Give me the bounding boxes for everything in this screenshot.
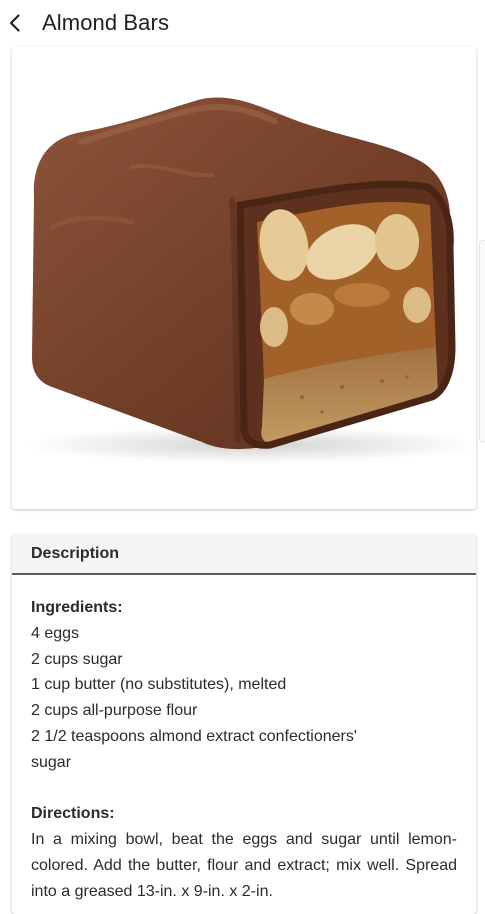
page-title: Almond Bars <box>42 10 170 35</box>
ingredient-item: sugar <box>31 753 72 771</box>
ingredient-item: 2 cups all-purpose flour <box>31 702 198 720</box>
ingredient-item: 4 eggs <box>31 624 80 642</box>
chevron-left-icon <box>9 14 20 32</box>
recipe-image-card <box>12 47 476 509</box>
description-header: Description <box>12 534 476 575</box>
description-card: Description Ingredients: 4 eggs 2 cups s… <box>12 534 476 914</box>
ingredient-item: 2 cups sugar <box>31 650 123 668</box>
description-body: Ingredients: 4 eggs 2 cups sugar 1 cup b… <box>12 575 476 905</box>
directions-heading: Directions: <box>31 805 115 823</box>
side-scroll-indicator[interactable] <box>479 240 485 442</box>
ingredients-heading: Ingredients: <box>31 599 123 616</box>
directions-text: In a mixing bowl, beat the eggs and suga… <box>31 831 457 900</box>
ingredient-item: 1 cup butter (no substitutes), melted <box>31 676 287 694</box>
back-button[interactable] <box>0 0 38 46</box>
app-bar: Almond Bars <box>0 0 485 46</box>
ingredient-item: 2 1/2 teaspoons almond extract confectio… <box>31 727 357 745</box>
recipe-photo <box>12 47 476 509</box>
